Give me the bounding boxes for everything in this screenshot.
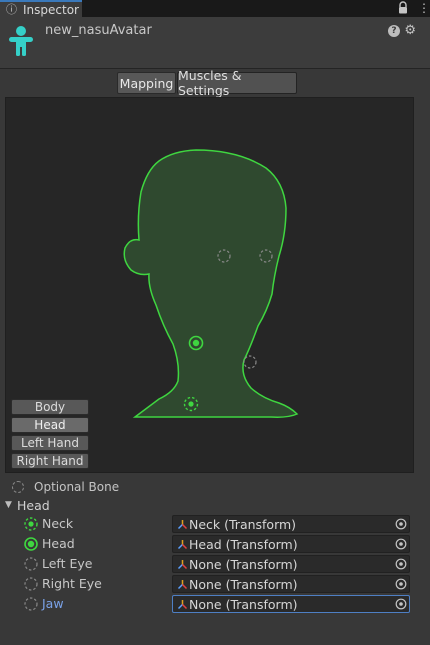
bone-mapped-icon: [24, 537, 38, 551]
bone-label: Neck: [42, 516, 74, 531]
body-part-selector: Body Head Left Hand Right Hand: [11, 399, 90, 471]
bone-optional-empty-icon: [24, 557, 38, 571]
bone-optional-empty-icon: [24, 577, 38, 591]
bone-field-value: None (Transform): [189, 577, 298, 592]
avatar-icon: [9, 26, 33, 56]
transform-icon: [177, 600, 188, 610]
help-icon[interactable]: ?: [388, 25, 400, 37]
inspector-header: new_nasuAvatar ? ⚙: [0, 17, 430, 69]
foldout-arrow-icon: ▼: [5, 500, 12, 510]
bone-row-left-eye: Left Eye None (Transform): [24, 555, 412, 573]
object-name: new_nasuAvatar: [45, 23, 152, 38]
body-part-left-hand-button[interactable]: Left Hand: [11, 435, 89, 451]
tab-inspector[interactable]: ⓘ Inspector: [0, 0, 82, 17]
object-picker-icon[interactable]: [395, 538, 407, 550]
gear-icon[interactable]: ⚙: [404, 23, 416, 38]
bone-row-right-eye: Right Eye None (Transform): [24, 575, 412, 593]
body-part-body-button[interactable]: Body: [11, 399, 89, 415]
tab-mapping[interactable]: Mapping: [117, 72, 176, 94]
bone-mapping-panel: Optional Bone ▼ Head Neck Neck (Transfor…: [0, 474, 430, 645]
bone-label: Head: [42, 536, 75, 551]
transform-icon: [177, 540, 188, 550]
bone-transform-field[interactable]: Neck (Transform): [172, 515, 410, 533]
object-picker-icon[interactable]: [395, 558, 407, 570]
bone-field-value: Neck (Transform): [189, 517, 297, 532]
avatar-mapping-view: Body Head Left Hand Right Hand: [5, 97, 414, 473]
bone-field-value: None (Transform): [189, 597, 298, 612]
object-picker-icon[interactable]: [395, 518, 407, 530]
optional-bone-label: Optional Bone: [34, 480, 120, 494]
bone-transform-field[interactable]: Head (Transform): [172, 535, 410, 553]
bone-label: Jaw: [42, 596, 64, 611]
bone-transform-field[interactable]: None (Transform): [172, 575, 410, 593]
head-outline: [123, 149, 299, 418]
optional-bone-legend: Optional Bone: [12, 479, 119, 495]
bone-row-neck: Neck Neck (Transform): [24, 515, 412, 533]
bone-label: Right Eye: [42, 576, 102, 591]
bone-field-value: Head (Transform): [189, 537, 298, 552]
bone-optional-empty-icon: [24, 597, 38, 611]
head-foldout[interactable]: ▼ Head: [5, 497, 425, 513]
bone-mapped-optional-icon: [24, 517, 38, 531]
bone-row-jaw: Jaw None (Transform): [24, 595, 412, 613]
bone-row-head: Head Head (Transform): [24, 535, 412, 553]
body-part-right-hand-button[interactable]: Right Hand: [11, 453, 89, 469]
jaw-marker: [243, 355, 257, 369]
bone-label: Left Eye: [42, 556, 93, 571]
transform-icon: [177, 560, 188, 570]
tab-label: Inspector: [23, 2, 79, 17]
bone-field-value: None (Transform): [189, 557, 298, 572]
transform-icon: [177, 520, 188, 530]
transform-icon: [177, 580, 188, 590]
bone-transform-field[interactable]: None (Transform): [172, 595, 410, 613]
optional-bone-icon: [12, 481, 24, 493]
object-picker-icon[interactable]: [395, 598, 407, 610]
tab-muscles-settings[interactable]: Muscles & Settings: [177, 68, 297, 98]
object-picker-icon[interactable]: [395, 578, 407, 590]
info-icon: ⓘ: [6, 2, 17, 16]
more-options-icon[interactable]: ⋮: [418, 1, 430, 15]
body-part-head-button[interactable]: Head: [11, 417, 89, 433]
section-label: Head: [17, 497, 50, 513]
bone-transform-field[interactable]: None (Transform): [172, 555, 410, 573]
lock-icon[interactable]: [398, 1, 408, 14]
window-tab-bar: ⓘ Inspector ⋮: [0, 0, 430, 17]
